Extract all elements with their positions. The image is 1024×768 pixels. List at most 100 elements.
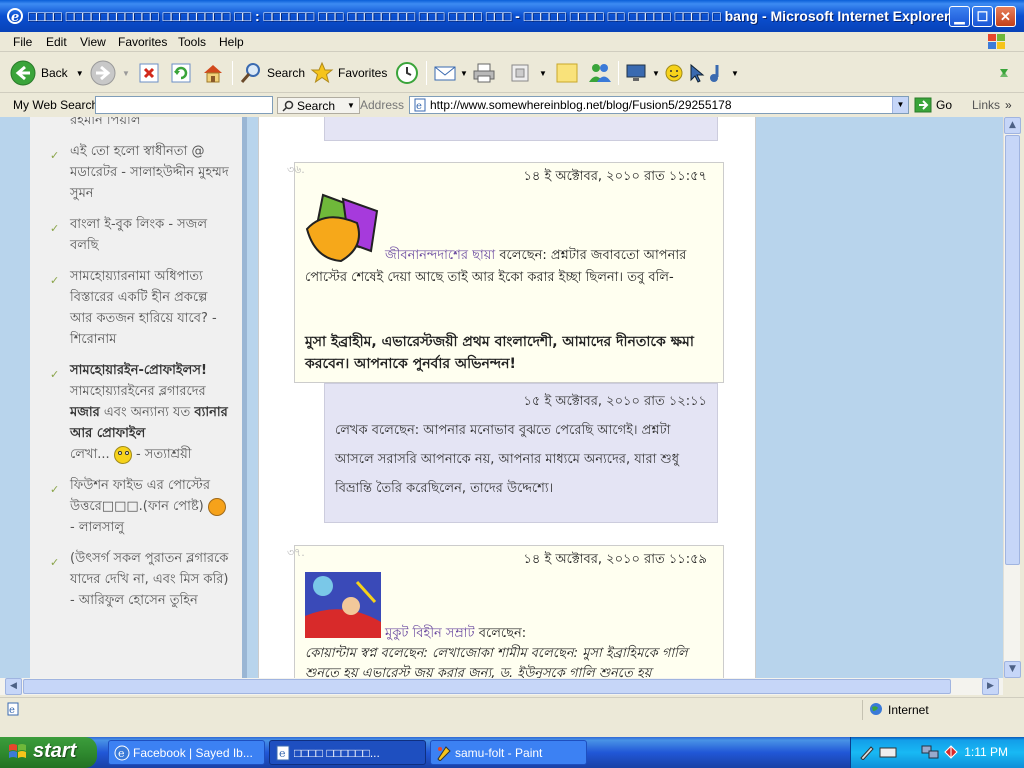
menu-file[interactable]: File [13,35,32,49]
comment-author-link[interactable]: জীবনানন্দদাশের ছায়া [385,248,495,263]
title-bar[interactable]: e □□□□ □□□□□□□□□□□ □□□□□□□□ □□ : □□□□□□ … [0,0,1024,32]
mail-dropdown-icon[interactable]: ▼ [460,69,468,78]
mail-button[interactable]: ▼ [433,59,468,87]
display-dropdown-icon[interactable]: ▼ [652,69,660,78]
address-dropdown-button[interactable]: ▼ [892,97,908,113]
comment-number: ৩৬. [287,163,305,176]
search-button[interactable]: Search [239,59,305,87]
toolbar-grip[interactable] [997,59,1011,87]
sidebar-panel: রহমান পিয়াল ✓ এই তো হলো স্বাধীনতা @ মডার… [30,117,247,678]
address-input[interactable]: e http://www.somewhereinblog.net/blog/Fu… [409,96,909,114]
scroll-right-button[interactable]: ▶ [982,678,999,695]
notes-button[interactable] [555,59,579,87]
cursor-button[interactable] [688,59,706,87]
horizontal-scroll-thumb[interactable] [23,679,951,694]
menu-favorites[interactable]: Favorites [118,35,167,49]
maximize-button[interactable]: ☐ [972,6,993,27]
print-button[interactable] [472,59,496,87]
clock[interactable]: 1:11 PM [964,745,1008,759]
menu-help[interactable]: Help [219,35,244,49]
ie-task-icon: e [114,745,130,761]
system-tray: 1:11 PM [850,737,1024,768]
menu-tools[interactable]: Tools [178,35,206,49]
close-button[interactable]: ✕ [995,6,1016,27]
task-facebook[interactable]: e Facebook | Sayed Ib... [108,740,265,765]
monitor-icon [626,64,646,81]
security-zone-label: Internet [888,703,929,717]
refresh-button[interactable] [170,59,192,87]
history-button[interactable] [395,59,419,87]
menu-view[interactable]: View [80,35,106,49]
links-label[interactable]: Links [972,98,1000,112]
tray-keyboard-icon[interactable] [879,744,897,760]
stop-button[interactable] [138,59,160,87]
my-web-search-input[interactable] [95,96,273,114]
links-chevron-icon[interactable]: » [1005,98,1012,112]
sidebar-post-list: রহমান পিয়াল ✓ এই তো হলো স্বাধীনতা @ মডার… [50,117,230,621]
horizontal-scrollbar[interactable]: ◀ ▶ [0,678,1003,695]
ie-logo-icon: e [7,8,23,25]
refresh-icon [171,63,191,83]
audio-dropdown-icon[interactable]: ▼ [731,69,739,78]
comment-author-link[interactable]: মুকুট বিহীন সম্রাট [385,626,475,641]
back-button[interactable]: Back ▼ [10,59,84,87]
ie-window: e □□□□ □□□□□□□□□□□ □□□□□□□□ □□ : □□□□□□ … [0,0,1024,737]
forward-button[interactable]: ▼ [90,59,130,87]
svg-text:e: e [416,101,422,112]
comments-panel: ৩৬. ১৪ ই অক্টোবর, ২০১০ রাত ১১:৫৭ জীবনানন… [258,117,756,678]
go-button[interactable]: Go [914,96,952,114]
standard-toolbar: Back ▼ ▼ Search Favorites ▼ ▼ ▼ ▼ [0,53,1024,93]
vertical-scrollbar[interactable]: ▲ ▼ [1003,117,1021,678]
back-dropdown-icon[interactable]: ▼ [76,69,84,78]
minimize-button[interactable]: ▁ [949,6,970,27]
scroll-down-button[interactable]: ▼ [1004,661,1021,678]
comment-body: কোয়ান্টাম স্বপ্ন বলেছেন: লেখাজোকা শামীম… [305,646,688,678]
task-paint[interactable]: samu-folt - Paint [430,740,587,765]
display-button[interactable]: ▼ [625,59,660,87]
sidebar-item[interactable]: ✓ ফিউশন ফাইভ এর পোস্টের উত্তরে□□□.(ফান পো… [50,475,230,538]
search-magnifier-icon [240,63,260,83]
messenger-button[interactable] [587,59,613,87]
start-button[interactable]: start [0,737,97,768]
my-web-search-button[interactable]: Search ▼ [277,97,360,114]
tray-pen-icon[interactable] [859,744,875,760]
sidebar-item[interactable]: ✓ (উৎসর্গ সকল পুরাতন ব্লগারকে যাদের দেখি … [50,548,230,611]
check-icon: ✓ [50,368,60,381]
task-ie-blog[interactable]: e □□□□ □□□□□□... [269,740,426,765]
scroll-left-button[interactable]: ◀ [5,678,22,695]
tray-network-icon[interactable] [921,744,939,760]
sidebar-item[interactable]: ✓ সামহোয়্যারনামা অধিপাত্য বিস্তারের একটি… [50,266,230,350]
search-dropdown-icon[interactable]: ▼ [347,101,355,110]
emoticon-icon [207,497,226,516]
menu-edit[interactable]: Edit [46,35,67,49]
sidebar-item[interactable]: ✓ সামহোয়ারইন-প্রোফাইলস! সামহোয়্যারইনের ব… [50,360,230,465]
scroll-up-button[interactable]: ▲ [1004,117,1021,134]
comment-date: ১৪ ই অক্টোবর, ২০১০ রাত ১১:৫৭ [523,169,707,184]
sidebar-item[interactable]: ✓ এই তো হলো স্বাধীনতা @ মডারেটর - সালাহউদ… [50,141,230,204]
svg-text:e: e [279,747,286,760]
favorites-button[interactable]: Favorites [310,59,387,87]
tray-shield-icon[interactable] [943,744,959,760]
menu-bar: File Edit View Favorites Tools Help [0,32,1024,52]
home-icon [204,65,222,83]
comment-number: ৩৭. [287,546,305,559]
forward-dropdown-icon[interactable]: ▼ [122,69,130,78]
edit-dropdown-icon[interactable]: ▼ [539,69,547,78]
svg-text:e: e [118,747,125,760]
edit-button[interactable]: ▼ [509,59,547,87]
stop-icon [139,63,159,83]
printer-icon [473,63,495,83]
sidebar-item[interactable]: ✓ বাংলা ই-বুক লিংক - সজল বলছি [50,214,230,256]
messenger-people-icon [589,64,611,82]
sidebar-fragment[interactable]: রহমান পিয়াল [50,117,230,131]
go-arrow-icon [914,97,932,113]
address-label: Address [360,98,405,112]
check-icon: ✓ [50,483,60,496]
comment-header: মুকুট বিহীন সম্রাট বলেছেন: [385,626,527,641]
vertical-scroll-thumb[interactable] [1005,135,1020,565]
smiley-button[interactable] [664,59,684,87]
audio-button[interactable]: ▼ [708,59,739,87]
home-button[interactable] [201,59,225,87]
taskbar: start e Facebook | Sayed Ib... e □□□□ □□… [0,737,1024,768]
reply-date: ১৫ ই অক্টোবর, ২০১০ রাত ১২:১১ [523,394,707,409]
